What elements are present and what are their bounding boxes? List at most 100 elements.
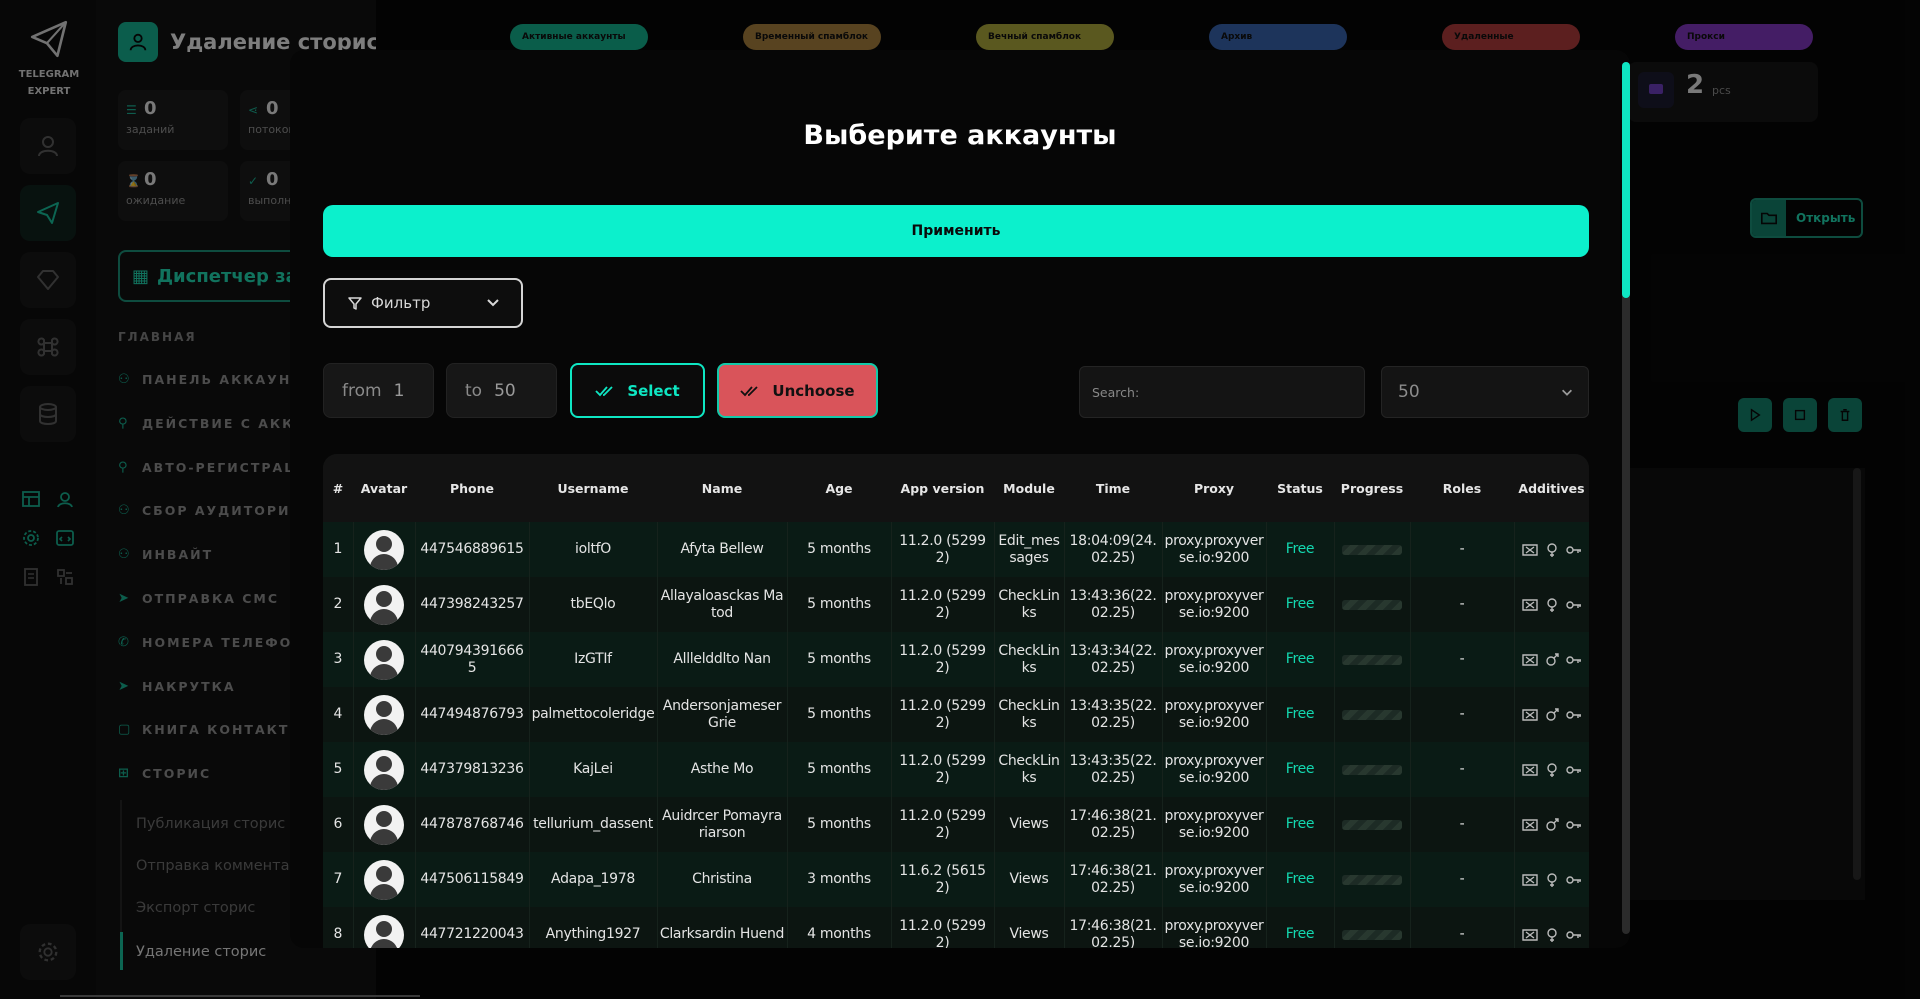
- col-header-avatar[interactable]: Avatar: [353, 454, 415, 522]
- cell-avatar: [353, 577, 416, 632]
- avatar: [364, 859, 404, 900]
- table-row[interactable]: 6 447878768746 tellurium_dassent Auidrce…: [323, 797, 1589, 852]
- cell-num: 6: [323, 797, 354, 852]
- cell-roles: -: [1410, 907, 1515, 948]
- col-header-status[interactable]: Status: [1266, 454, 1334, 522]
- col-header-num[interactable]: #: [323, 454, 353, 522]
- cell-name: Alllelddlto Nan: [657, 632, 788, 687]
- double-check-icon: [740, 385, 759, 396]
- cell-avatar: [353, 852, 416, 907]
- cell-proxy: proxy.proxyverse.io:9200: [1162, 522, 1267, 577]
- cell-status: Free: [1266, 632, 1335, 687]
- table-row[interactable]: 7 447506115849 Adapa_1978 Christina 3 mo…: [323, 852, 1589, 907]
- cell-username: palmettocoleridge: [529, 687, 658, 742]
- table-row[interactable]: 3 4407943916665 IzGTIf Alllelddlto Nan 5…: [323, 632, 1589, 687]
- col-header-age[interactable]: Age: [787, 454, 891, 522]
- cell-module: Views: [994, 797, 1065, 852]
- cell-module: Views: [994, 907, 1065, 948]
- select-button[interactable]: Select: [570, 363, 705, 418]
- cell-age: 3 months: [787, 852, 892, 907]
- progress-bar: [1342, 709, 1402, 720]
- col-header-time[interactable]: Time: [1064, 454, 1162, 522]
- cell-app-version: 11.2.0 (52992): [891, 907, 995, 948]
- range-to-input[interactable]: to 50: [446, 363, 557, 418]
- cell-status: Free: [1266, 522, 1335, 577]
- cell-app-version: 11.2.0 (52992): [891, 797, 995, 852]
- cell-roles: -: [1410, 632, 1515, 687]
- male-icon: [1546, 652, 1559, 666]
- cell-proxy: proxy.proxyverse.io:9200: [1162, 742, 1267, 797]
- cell-age: 4 months: [787, 907, 892, 948]
- cell-status: Free: [1266, 577, 1335, 632]
- progress-bar: [1342, 929, 1402, 940]
- cell-progress: [1334, 577, 1411, 632]
- cell-time: 13:43:34(22.02.25): [1064, 632, 1163, 687]
- table-row[interactable]: 5 447379813236 KajLei Asthe Mo 5 months …: [323, 742, 1589, 797]
- cell-additives: [1514, 742, 1589, 797]
- filter-icon: [348, 297, 362, 310]
- col-header-username[interactable]: Username: [529, 454, 657, 522]
- cell-age: 5 months: [787, 797, 892, 852]
- cell-phone: 447494876793: [415, 687, 530, 742]
- avatar: [364, 529, 404, 570]
- range-from-input[interactable]: from 1: [323, 363, 434, 418]
- select-accounts-modal: Выберите аккаунты Применить Фильтр from …: [290, 50, 1630, 948]
- cell-avatar: [353, 907, 416, 948]
- table-row[interactable]: 4 447494876793 palmettocoleridge Anderso…: [323, 687, 1589, 742]
- col-header-additives[interactable]: Additives: [1514, 454, 1589, 522]
- key-icon: [1566, 875, 1581, 884]
- col-header-app-version[interactable]: App version: [891, 454, 994, 522]
- cell-avatar: [353, 687, 416, 742]
- cell-progress: [1334, 632, 1411, 687]
- male-icon: [1546, 817, 1559, 831]
- avatar: [364, 584, 404, 625]
- cell-additives: [1514, 907, 1589, 948]
- cell-avatar: [353, 522, 416, 577]
- chevron-down-icon: [1562, 389, 1572, 396]
- col-header-progress[interactable]: Progress: [1334, 454, 1410, 522]
- cell-app-version: 11.2.0 (52992): [891, 522, 995, 577]
- apply-button[interactable]: Применить: [323, 205, 1589, 257]
- cell-status: Free: [1266, 852, 1335, 907]
- cell-phone: 447878768746: [415, 797, 530, 852]
- female-icon: [1547, 927, 1557, 942]
- unchoose-label: Unchoose: [772, 381, 855, 400]
- cell-app-version: 11.2.0 (52992): [891, 577, 995, 632]
- cell-username: tellurium_dassent: [529, 797, 658, 852]
- cell-num: 7: [323, 852, 354, 907]
- cell-time: 13:43:35(22.02.25): [1064, 742, 1163, 797]
- filter-dropdown[interactable]: Фильтр: [323, 278, 523, 328]
- table-row[interactable]: 2 447398243257 tbEQlo Allayaloasckas Mat…: [323, 577, 1589, 632]
- cell-progress: [1334, 907, 1411, 948]
- cell-age: 5 months: [787, 577, 892, 632]
- col-header-module[interactable]: Module: [994, 454, 1064, 522]
- cell-status: Free: [1266, 907, 1335, 948]
- table-row[interactable]: 1 447546889615 ioltfO Afyta Bellew 5 mon…: [323, 522, 1589, 577]
- cell-name: Allayaloasckas Matod: [657, 577, 788, 632]
- progress-bar: [1342, 874, 1402, 885]
- cell-status: Free: [1266, 687, 1335, 742]
- mail-x-icon: [1522, 873, 1538, 886]
- search-input[interactable]: [1079, 366, 1365, 418]
- cell-additives: [1514, 687, 1589, 742]
- col-header-proxy[interactable]: Proxy: [1162, 454, 1266, 522]
- cell-progress: [1334, 522, 1411, 577]
- progress-bar: [1342, 544, 1402, 555]
- range-from-value: 1: [393, 380, 405, 401]
- col-header-roles[interactable]: Roles: [1410, 454, 1514, 522]
- modal-scrollbar-thumb[interactable]: [1622, 62, 1630, 298]
- cell-module: Edit_messages: [994, 522, 1065, 577]
- col-header-name[interactable]: Name: [657, 454, 787, 522]
- cell-name: Christina: [657, 852, 788, 907]
- mail-x-icon: [1522, 598, 1538, 611]
- cell-name: Clarksardin Huend: [657, 907, 788, 948]
- table-row[interactable]: 8 447721220043 Anything1927 Clarksardin …: [323, 907, 1589, 948]
- cell-status: Free: [1266, 742, 1335, 797]
- cell-num: 1: [323, 522, 354, 577]
- unchoose-button[interactable]: Unchoose: [717, 363, 878, 418]
- cell-roles: -: [1410, 852, 1515, 907]
- per-page-value: 50: [1398, 382, 1420, 402]
- col-header-phone[interactable]: Phone: [415, 454, 529, 522]
- per-page-select[interactable]: 50: [1381, 366, 1589, 418]
- progress-bar: [1342, 819, 1402, 830]
